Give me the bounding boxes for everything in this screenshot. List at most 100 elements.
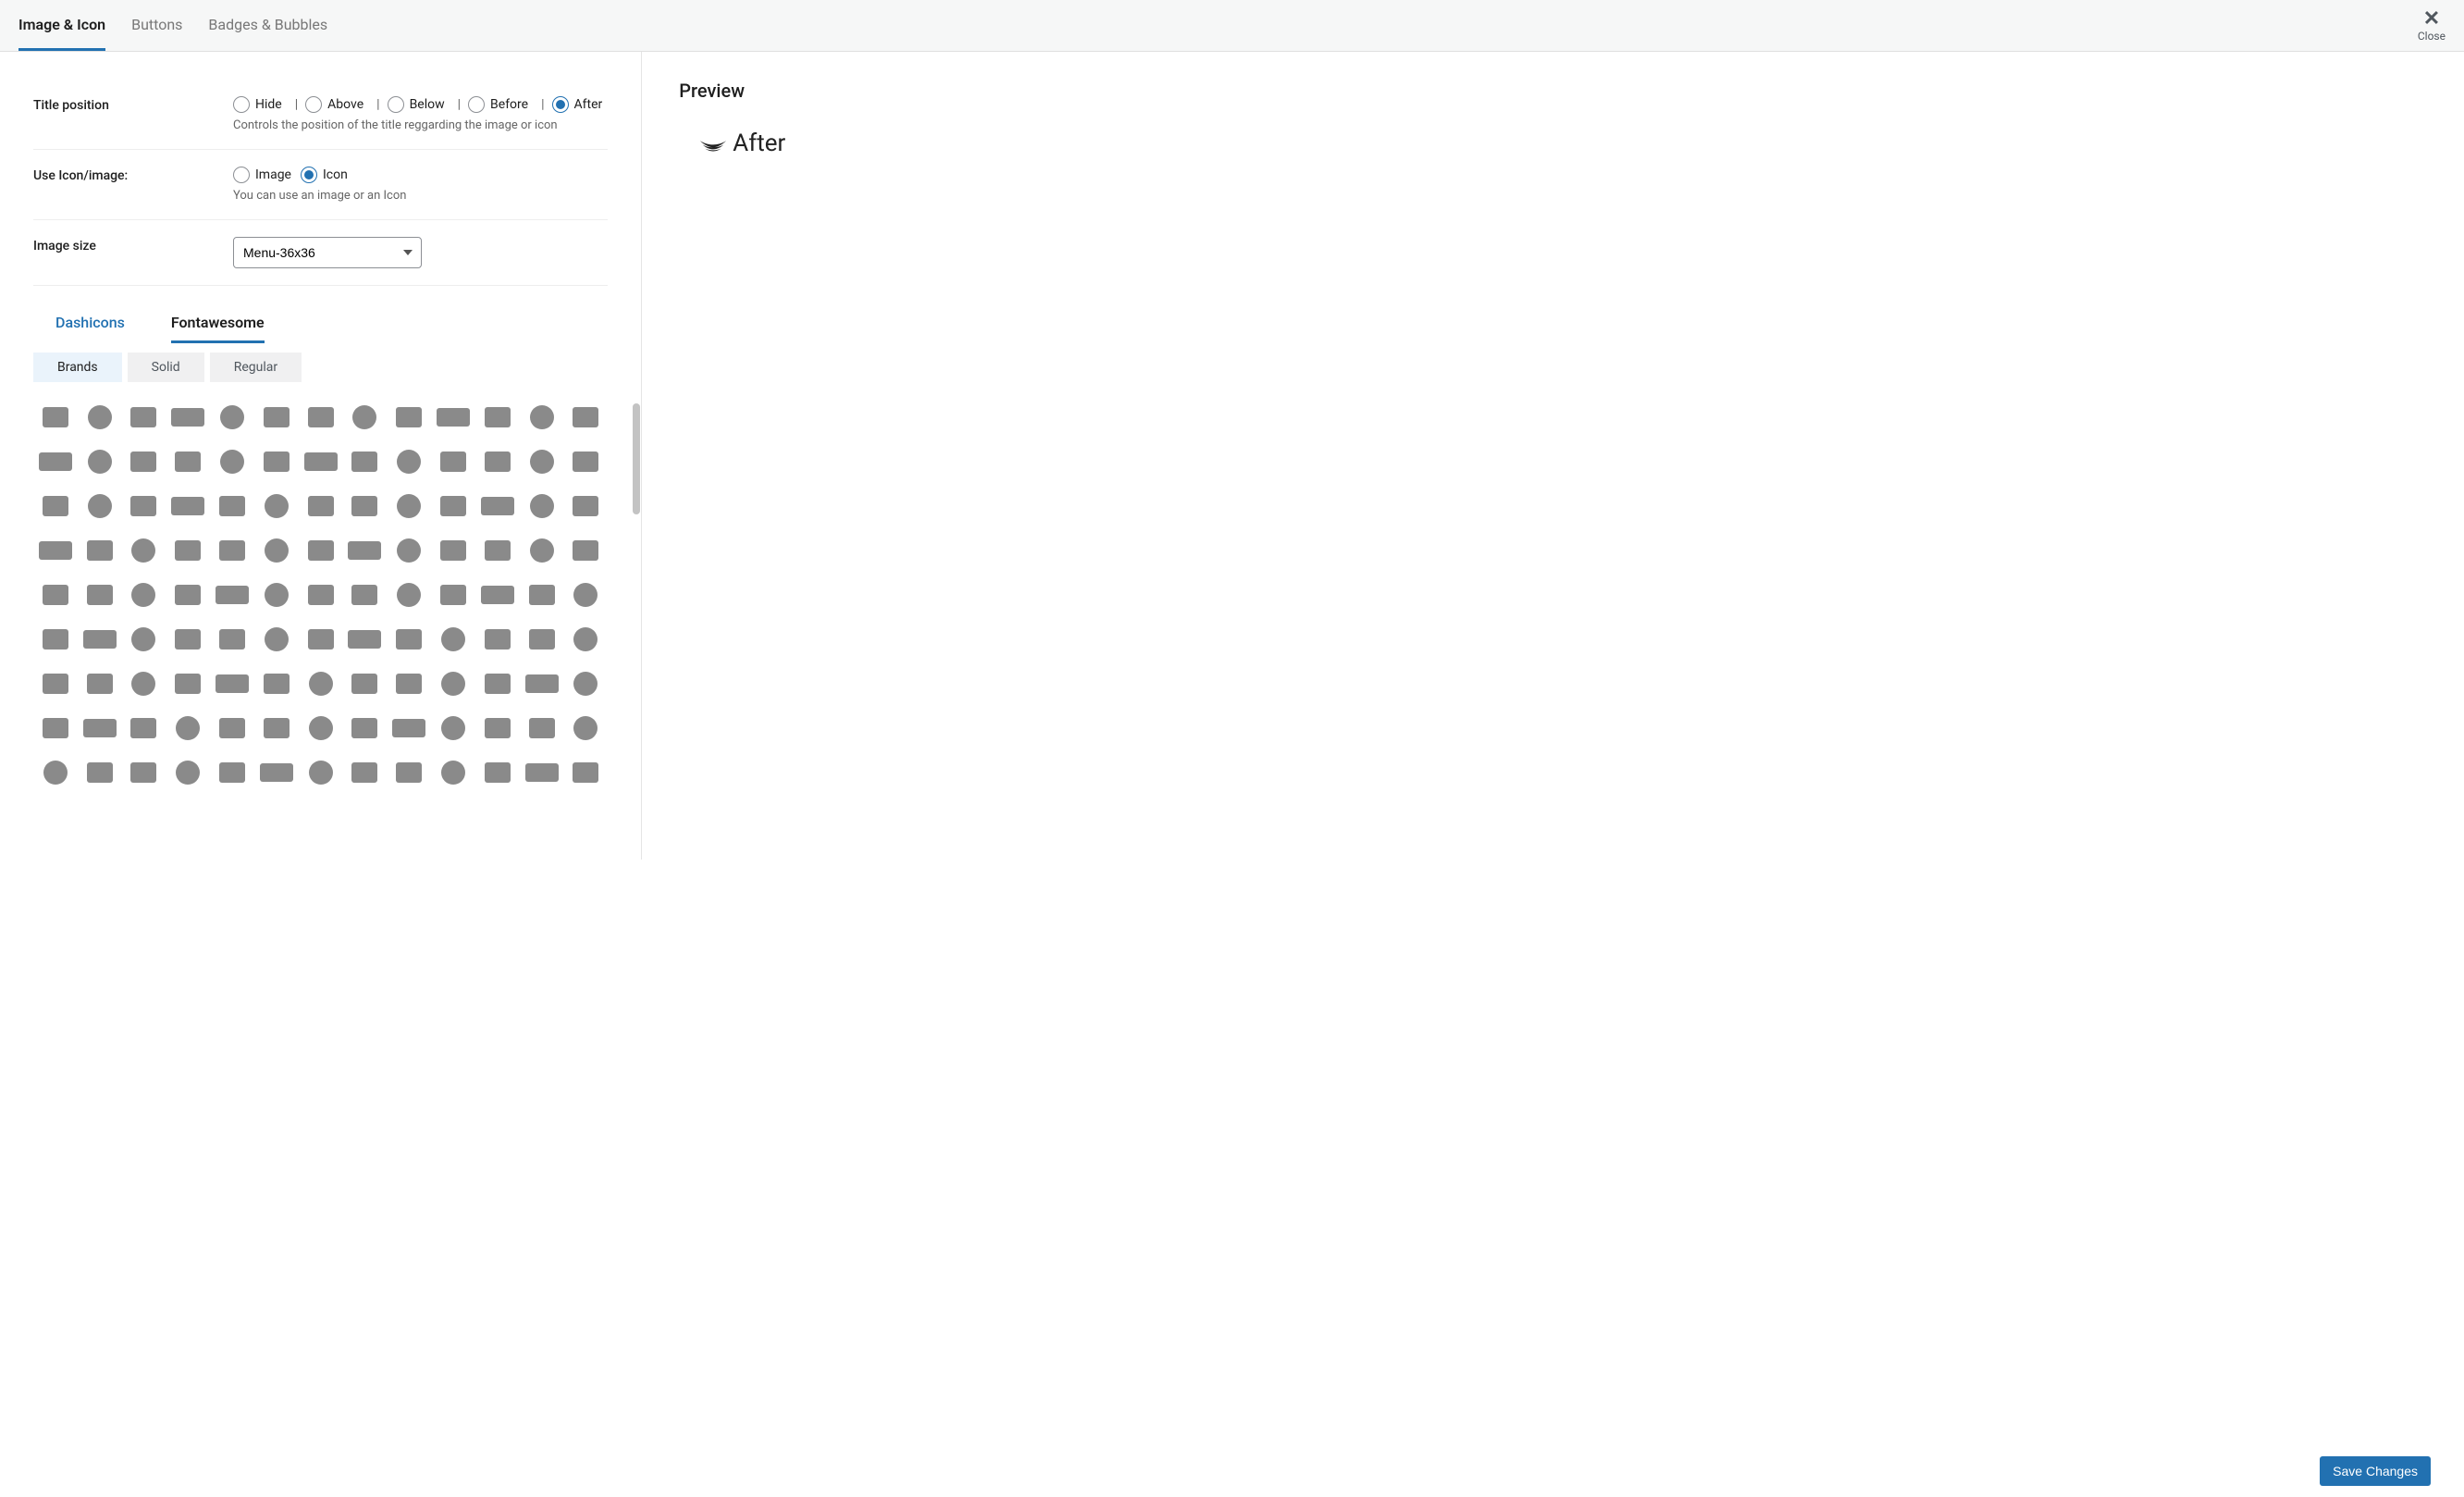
icon-android[interactable]	[33, 439, 78, 484]
icon-affiliatetheme[interactable]	[299, 395, 343, 439]
icon-bandcamp[interactable]	[210, 484, 254, 528]
icon-deviantart[interactable]	[563, 706, 608, 750]
icon-bluetooth[interactable]	[166, 528, 210, 573]
icon-buysellads[interactable]	[475, 528, 520, 573]
icon-centercode[interactable]	[431, 573, 475, 617]
icon-blogger-b[interactable]	[122, 528, 166, 573]
icon-creative-commons-nc-eu[interactable]	[78, 662, 122, 706]
icon-deskpro[interactable]	[475, 706, 520, 750]
icon-apple[interactable]	[343, 439, 388, 484]
icon-apple-pay[interactable]	[387, 439, 431, 484]
icon-creative-commons-remix[interactable]	[299, 662, 343, 706]
icon-accessible-icon[interactable]	[78, 395, 122, 439]
icon-bitcoin[interactable]	[475, 484, 520, 528]
icon-drupal[interactable]	[563, 750, 608, 795]
icon-creative-commons-pd-alt[interactable]	[254, 662, 299, 706]
icon-btc[interactable]	[299, 528, 343, 573]
icon-digg[interactable]	[122, 750, 166, 795]
icon-draft2digital[interactable]	[387, 750, 431, 795]
icon-cloudscale[interactable]	[78, 617, 122, 662]
icon-avianex[interactable]	[78, 484, 122, 528]
icon-cloudflare[interactable]	[33, 617, 78, 662]
icon-connectdevelop[interactable]	[343, 617, 388, 662]
icon-cotton-bureau[interactable]	[431, 617, 475, 662]
icon-creative-commons-share[interactable]	[475, 662, 520, 706]
icon-css3-alt[interactable]	[78, 706, 122, 750]
icon-d-and-d[interactable]	[166, 706, 210, 750]
icon-autoprefixer[interactable]	[33, 484, 78, 528]
subtab-brands[interactable]: Brands	[33, 353, 122, 382]
icon-bootstrap[interactable]	[254, 528, 299, 573]
icon-accusoft[interactable]	[122, 395, 166, 439]
icon-angellist[interactable]	[78, 439, 122, 484]
icon-adn[interactable]	[210, 395, 254, 439]
icon-dochub[interactable]	[299, 750, 343, 795]
icon-cc-mastercard[interactable]	[254, 573, 299, 617]
icon-cc-amazon-pay[interactable]	[563, 528, 608, 573]
icon-creative-commons-sa[interactable]	[343, 662, 388, 706]
icon-cuttlefish[interactable]	[122, 706, 166, 750]
icon-d-and-d-beyond[interactable]	[210, 706, 254, 750]
icon-bitbucket[interactable]	[431, 484, 475, 528]
icon-bluetooth-b[interactable]	[210, 528, 254, 573]
icon-buy-n-large[interactable]	[431, 528, 475, 573]
icon-aws[interactable]	[166, 484, 210, 528]
icon-creative-commons[interactable]	[520, 617, 564, 662]
icon-dribbble[interactable]	[431, 750, 475, 795]
icon-creative-commons-nc-jp[interactable]	[122, 662, 166, 706]
icon-algolia[interactable]	[387, 395, 431, 439]
icon-app-store[interactable]	[210, 439, 254, 484]
icon-behance-square[interactable]	[343, 484, 388, 528]
icon-amazon-pay[interactable]	[520, 395, 564, 439]
icon-dribbble-square[interactable]	[475, 750, 520, 795]
icon-alipay[interactable]	[431, 395, 475, 439]
icon-bimobject[interactable]	[387, 484, 431, 528]
icon-creative-commons-pd[interactable]	[210, 662, 254, 706]
icon-css3[interactable]	[33, 706, 78, 750]
radio-hide[interactable]	[233, 96, 250, 113]
icon-audible[interactable]	[563, 439, 608, 484]
icon-battle-net[interactable]	[254, 484, 299, 528]
icon-cpanel[interactable]	[475, 617, 520, 662]
icon-contao[interactable]	[387, 617, 431, 662]
icon-buffer[interactable]	[343, 528, 388, 573]
scrollbar-thumb[interactable]	[633, 403, 640, 514]
icon-adversal[interactable]	[254, 395, 299, 439]
icon-asymmetrik[interactable]	[475, 439, 520, 484]
image-size-select[interactable]: Menu-36x36	[233, 237, 422, 268]
icon-cloudversify[interactable]	[166, 617, 210, 662]
icon-discourse[interactable]	[254, 750, 299, 795]
close-button[interactable]: ✕ Close	[2418, 9, 2446, 43]
icon-acquisitions-incorporated[interactable]	[166, 395, 210, 439]
icon-discord[interactable]	[210, 750, 254, 795]
icon-cc-stripe[interactable]	[343, 573, 388, 617]
icon-chrome[interactable]	[520, 573, 564, 617]
icon-creative-commons-zero[interactable]	[520, 662, 564, 706]
icon-angrycreative[interactable]	[122, 439, 166, 484]
radio-below[interactable]	[388, 96, 404, 113]
icon-app-store-ios[interactable]	[254, 439, 299, 484]
icon-creative-commons-sampling-plus[interactable]	[431, 662, 475, 706]
icon-cc-paypal[interactable]	[299, 573, 343, 617]
icon-chromecast[interactable]	[563, 573, 608, 617]
radio-image[interactable]	[233, 167, 250, 183]
tab-image-icon[interactable]: Image & Icon	[18, 1, 105, 51]
radio-after[interactable]	[552, 96, 569, 113]
icon-artstation[interactable]	[431, 439, 475, 484]
icon-critical-role[interactable]	[563, 662, 608, 706]
icon-cloudsmith[interactable]	[122, 617, 166, 662]
icon-buromobelexperte[interactable]	[387, 528, 431, 573]
radio-before[interactable]	[468, 96, 485, 113]
icon-diaspora[interactable]	[78, 750, 122, 795]
icon-delicious[interactable]	[387, 706, 431, 750]
icon-airbnb[interactable]	[343, 395, 388, 439]
icon-cc-discover[interactable]	[166, 573, 210, 617]
icon-dhl[interactable]	[33, 750, 78, 795]
icon-behance[interactable]	[299, 484, 343, 528]
radio-icon[interactable]	[301, 167, 317, 183]
icon-angular[interactable]	[166, 439, 210, 484]
icon-codiepie[interactable]	[254, 617, 299, 662]
icon-atlassian[interactable]	[520, 439, 564, 484]
icon-bity[interactable]	[520, 484, 564, 528]
icon-canadian-maple-leaf[interactable]	[520, 528, 564, 573]
